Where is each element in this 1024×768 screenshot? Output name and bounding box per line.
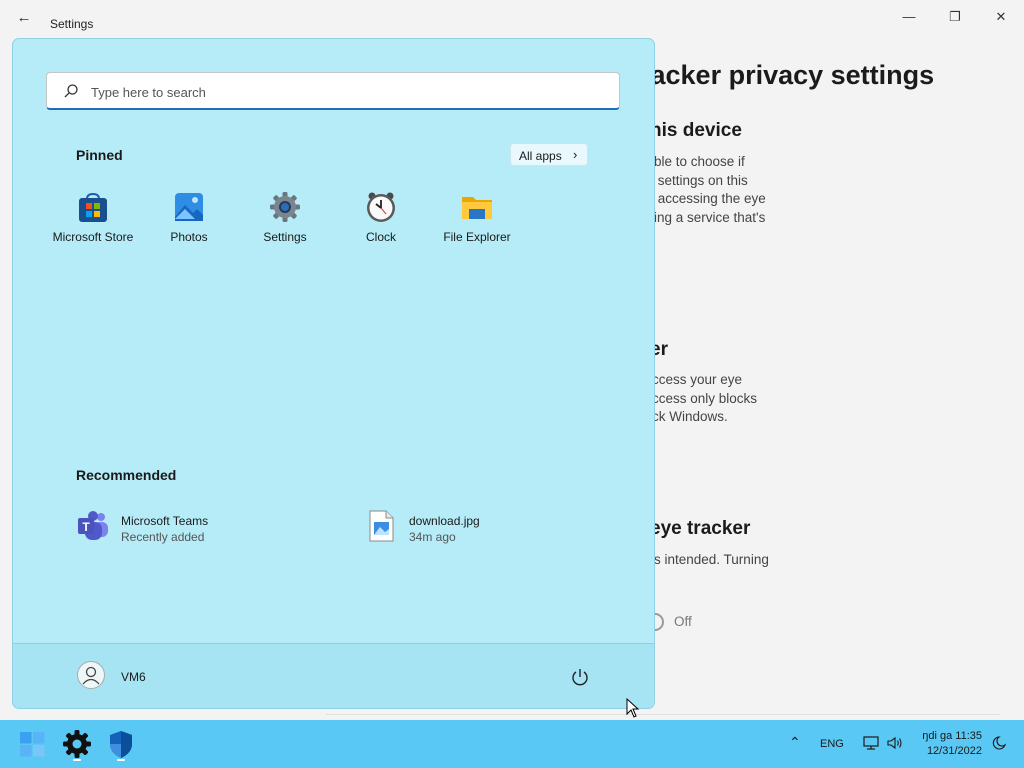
description-line: settings on this [654, 172, 748, 188]
image-file-icon [369, 510, 394, 542]
recommended-item-name: download.jpg [409, 514, 480, 528]
pinned-app-clock[interactable]: Clock [333, 187, 429, 247]
start-button[interactable] [15, 727, 49, 761]
clock-icon [367, 192, 395, 222]
recommended-item-name: Microsoft Teams [121, 514, 209, 528]
description-line: ccess only blocks [652, 390, 758, 406]
close-button[interactable]: ✕ [978, 6, 1024, 28]
search-box[interactable] [46, 72, 620, 110]
gear-icon [270, 192, 300, 222]
taskbar-security[interactable] [104, 727, 138, 761]
description-line: ck Windows. [652, 409, 728, 424]
description-line: ccess your eye [652, 372, 743, 387]
teams-icon: T [78, 511, 108, 540]
search-icon [64, 84, 78, 98]
windows-logo-icon [20, 732, 45, 757]
pinned-app-photos[interactable]: Photos [141, 187, 237, 247]
app-label: File Explorer [443, 230, 511, 244]
taskbar-date[interactable]: 12/31/2022 [902, 745, 982, 757]
minimize-button[interactable]: — [886, 6, 932, 28]
maximize-button[interactable]: ❐ [932, 6, 978, 28]
app-label: Photos [170, 230, 208, 244]
power-icon[interactable] [569, 666, 591, 688]
focus-moon-icon[interactable] [989, 735, 1007, 751]
pinned-app-file-explorer[interactable]: File Explorer [429, 187, 525, 247]
all-apps-button[interactable]: All apps › [510, 143, 588, 166]
chevron-right-icon: › [573, 147, 578, 162]
language-indicator[interactable]: ENG [820, 738, 844, 750]
folder-icon [462, 197, 492, 219]
description-line: ble to choose if [654, 154, 745, 169]
window-title: Settings [50, 17, 94, 31]
app-label: Microsoft Store [52, 230, 134, 244]
user-icon [82, 666, 100, 685]
taskbar-time[interactable]: ŋdi ga 11:35 [902, 730, 982, 742]
pinned-app-settings[interactable]: Settings [237, 187, 333, 247]
photos-icon [175, 193, 203, 221]
start-menu-footer: VM6 [13, 643, 654, 708]
gear-icon [63, 730, 91, 758]
page-title: racker privacy settings [640, 60, 935, 90]
mouse-cursor-icon [626, 698, 640, 718]
search-input[interactable] [89, 81, 593, 103]
shield-icon [110, 731, 132, 758]
recommended-heading: Recommended [76, 467, 177, 483]
divider [326, 714, 1000, 715]
taskbar: ⌃ ENG ŋdi ga 11:35 12/31/2022 [0, 720, 1024, 768]
recommended-item-teams[interactable]: T Microsoft Teams Recently added [76, 505, 296, 547]
description-line: ing a service that's [654, 209, 766, 225]
user-name[interactable]: VM6 [121, 670, 146, 684]
svg-text:T: T [82, 520, 90, 534]
app-label: Settings [263, 230, 307, 244]
section-title-eye-tracker: eye tracker [650, 518, 751, 539]
toggle-state-label: Off [674, 614, 692, 629]
network-icon[interactable] [862, 735, 880, 751]
chevron-up-icon[interactable]: ⌃ [789, 734, 801, 751]
microsoft-store-icon [79, 192, 107, 222]
description-line: accessing the eye [654, 191, 766, 206]
section-title-device: his device [650, 120, 742, 141]
title-bar: ← Settings — ❐ ✕ [0, 0, 1024, 36]
recommended-item-subtitle: Recently added [121, 530, 205, 544]
all-apps-label: All apps [519, 149, 562, 163]
app-label: Clock [365, 230, 396, 244]
running-indicator [117, 759, 125, 761]
pinned-app-microsoft-store[interactable]: Microsoft Store [45, 187, 141, 247]
recommended-item-subtitle: 34m ago [409, 530, 456, 544]
taskbar-settings[interactable] [60, 727, 94, 761]
section-description-eye-tracker: s intended. Turning [654, 552, 769, 567]
running-indicator [73, 759, 81, 761]
recommended-item-download[interactable]: download.jpg 34m ago [364, 505, 564, 547]
section-description-apps: ccess your eye ccess only blocks ck Wind… [652, 371, 757, 427]
section-description-device: ble to choose if settings on this access… [654, 153, 766, 227]
avatar[interactable] [77, 661, 105, 689]
start-menu: Pinned All apps › Microsoft Store Photos [12, 38, 655, 709]
back-button[interactable]: ← [14, 10, 34, 26]
pinned-heading: Pinned [76, 147, 123, 163]
